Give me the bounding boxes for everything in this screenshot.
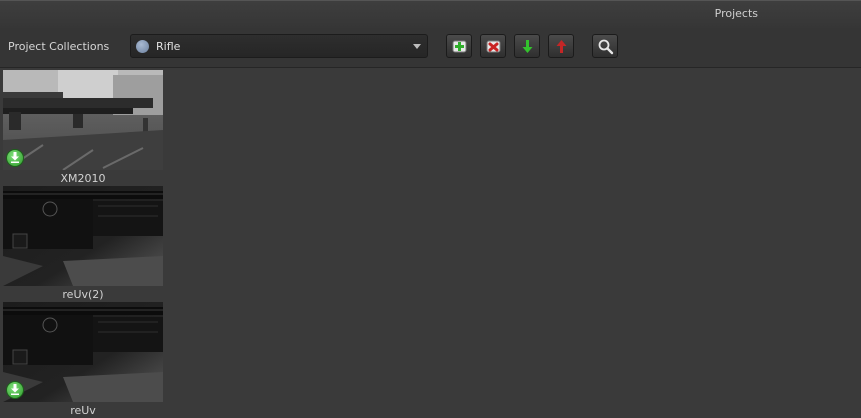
add-project-button[interactable]	[446, 34, 472, 58]
add-icon	[452, 40, 467, 53]
downloaded-badge	[6, 381, 24, 399]
search-button[interactable]	[592, 34, 618, 58]
download-icon	[11, 384, 19, 395]
window-title: Projects	[714, 7, 758, 20]
collection-color-dot	[136, 40, 149, 53]
downloaded-badge	[6, 149, 24, 167]
project-tile[interactable]: reUv(2)	[3, 186, 163, 301]
collection-dropdown[interactable]: Rifle	[130, 34, 428, 58]
title-bar: Projects	[0, 0, 861, 28]
project-name: reUv(2)	[62, 288, 104, 301]
upload-button[interactable]	[548, 34, 574, 58]
remove-project-button[interactable]	[480, 34, 506, 58]
project-collections-label: Project Collections	[8, 40, 110, 53]
arrow-down-icon	[522, 40, 533, 53]
project-name: reUv	[70, 404, 96, 417]
project-thumbnail[interactable]	[3, 70, 163, 170]
chevron-down-icon	[413, 44, 421, 49]
collection-dropdown-value: Rifle	[156, 40, 181, 53]
toolbar: Project Collections Rifle	[0, 28, 861, 68]
project-tile[interactable]: XM2010	[3, 70, 163, 185]
download-button[interactable]	[514, 34, 540, 58]
arrow-up-icon	[556, 40, 567, 53]
project-thumbnail[interactable]	[3, 302, 163, 402]
remove-icon	[486, 40, 501, 53]
download-icon	[11, 152, 19, 163]
project-thumbnail[interactable]	[3, 186, 163, 286]
project-name: XM2010	[60, 172, 106, 185]
search-icon	[598, 39, 614, 55]
project-gallery: XM2010 reUv(2) reUv	[0, 68, 861, 418]
project-tile[interactable]: reUv	[3, 302, 163, 417]
